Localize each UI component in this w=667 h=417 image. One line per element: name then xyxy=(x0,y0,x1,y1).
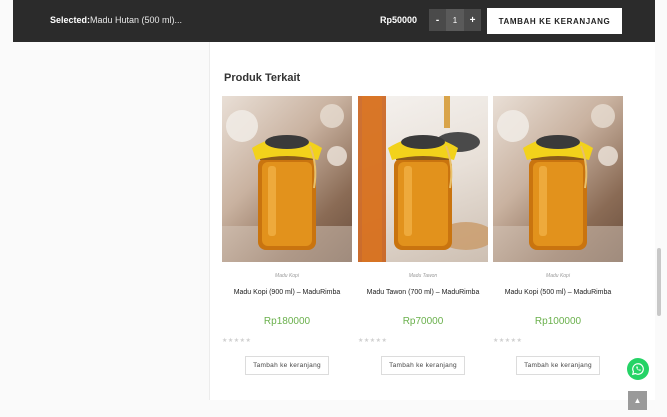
product-category[interactable]: Madu Kopi xyxy=(222,273,352,279)
scrollbar-thumb[interactable] xyxy=(657,248,661,316)
related-products-title: Produk Terkait xyxy=(224,72,301,84)
whatsapp-icon xyxy=(631,363,644,376)
qty-minus-button[interactable]: - xyxy=(429,9,446,31)
qty-value[interactable]: 1 xyxy=(446,9,464,31)
honey-jar-image xyxy=(358,96,488,262)
product-price: Rp70000 xyxy=(402,316,444,327)
add-to-cart-button[interactable]: TAMBAH KE KERANJANG xyxy=(487,8,622,34)
product-name[interactable]: Madu Kopi (500 ml) – MaduRimba xyxy=(493,289,623,296)
whatsapp-button[interactable] xyxy=(627,358,649,380)
product-name[interactable]: Madu Tawon (700 ml) – MaduRimba xyxy=(358,289,488,296)
product-price: Rp100000 xyxy=(534,316,582,327)
chevron-up-icon: ▲ xyxy=(633,396,642,405)
product-category[interactable]: Madu Tawon xyxy=(358,273,488,279)
product-card xyxy=(493,96,623,262)
back-to-top-button[interactable]: ▲ xyxy=(628,391,647,410)
add-to-cart-button[interactable]: Tambah ke keranjang xyxy=(245,356,329,375)
product-card xyxy=(358,96,488,262)
quantity-stepper: - 1 + xyxy=(429,9,481,31)
selected-label: Selected: xyxy=(50,15,91,25)
rating-stars: ★★★★★ xyxy=(493,338,523,344)
product-name[interactable]: Madu Kopi (900 ml) – MaduRimba xyxy=(222,289,352,296)
product-image[interactable] xyxy=(493,96,623,262)
product-category[interactable]: Madu Kopi xyxy=(493,273,623,279)
honey-jar-image xyxy=(222,104,352,262)
page: Selected: Madu Hutan (500 ml)... Rp50000… xyxy=(0,0,667,417)
product-card xyxy=(222,96,352,262)
sticky-price: Rp50000 xyxy=(380,15,418,25)
rating-stars: ★★★★★ xyxy=(222,338,252,344)
add-to-cart-button[interactable]: Tambah ke keranjang xyxy=(516,356,600,375)
selected-variation: Madu Hutan (500 ml)... xyxy=(90,15,183,25)
product-image[interactable] xyxy=(222,96,352,262)
honey-jar-image xyxy=(493,104,623,262)
product-price: Rp180000 xyxy=(263,316,311,327)
add-to-cart-button[interactable]: Tambah ke keranjang xyxy=(381,356,465,375)
product-image[interactable] xyxy=(358,96,488,262)
sticky-cart-bar: Selected: Madu Hutan (500 ml)... Rp50000… xyxy=(13,0,655,42)
rating-stars: ★★★★★ xyxy=(358,338,388,344)
qty-plus-button[interactable]: + xyxy=(464,9,481,31)
